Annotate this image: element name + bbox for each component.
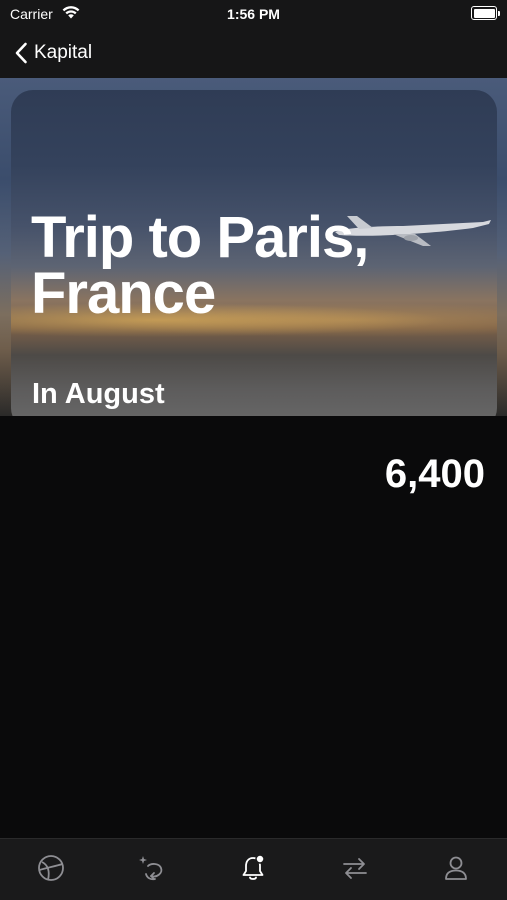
screen: Carrier 1:56 PM Kapital Trip to Paris, F… xyxy=(0,0,507,900)
chevron-left-icon xyxy=(15,42,27,64)
tab-profile[interactable] xyxy=(426,851,486,885)
tab-bar xyxy=(0,838,507,900)
tab-globe[interactable] xyxy=(21,851,81,885)
back-label: Kapital xyxy=(34,42,93,63)
globe-icon xyxy=(37,855,64,881)
tab-exchange[interactable] xyxy=(325,851,385,885)
arrows-exchange-icon xyxy=(342,858,367,879)
clock: 1:56 PM xyxy=(227,6,280,22)
back-button[interactable]: Kapital xyxy=(14,38,92,68)
battery-icon xyxy=(471,6,500,20)
hero-banner: Trip to Paris, France In August xyxy=(0,78,507,416)
tab-sparkle-transfer[interactable] xyxy=(122,851,182,885)
trip-title: Trip to Paris, France xyxy=(31,205,369,326)
tab-notifications[interactable] xyxy=(223,851,283,885)
person-icon xyxy=(445,856,468,880)
goal-amount: 6,400 xyxy=(384,452,485,496)
bell-badge-icon xyxy=(243,854,266,880)
sparkle-transfer-icon xyxy=(139,856,163,881)
status-bar: Carrier 1:56 PM xyxy=(0,0,507,28)
trip-date: In August xyxy=(32,378,165,410)
hero-image: Trip to Paris, France In August xyxy=(11,90,497,416)
navigation-bar: Kapital xyxy=(0,28,507,78)
